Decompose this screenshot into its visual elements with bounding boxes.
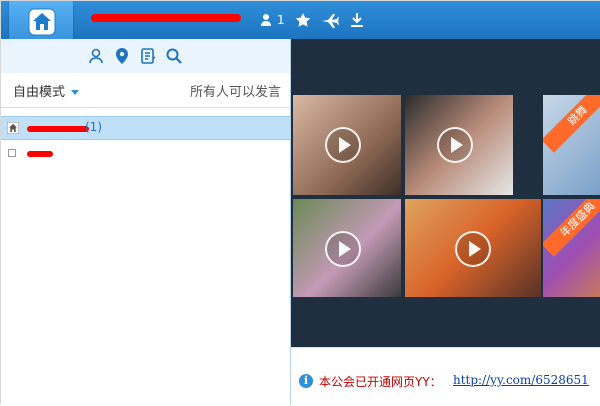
video-thumb[interactable] [293, 199, 401, 297]
channel-tree: (1) [1, 108, 291, 404]
tree-item-main-channel[interactable]: (1) [1, 116, 291, 140]
redacted-channel-name [27, 126, 89, 132]
ribbon-label: 跳舞 [543, 95, 600, 153]
favorite-button[interactable] [295, 12, 311, 28]
app-window: 1 👍 [0, 0, 600, 406]
ribbon-label: 年度盛典 [543, 199, 600, 257]
tree-node-icon [8, 149, 16, 157]
header-icons: 1 [259, 9, 365, 31]
flight-button[interactable] [321, 12, 339, 28]
notes-icon [141, 48, 156, 64]
chevron-down-icon [71, 90, 80, 95]
house-icon [28, 8, 56, 36]
users-icon [89, 48, 103, 64]
notice-text: 本公会已开通网页YY： [319, 375, 442, 389]
location-icon [116, 48, 128, 64]
left-toolbar [1, 39, 291, 73]
play-icon [437, 127, 473, 163]
video-thumb[interactable]: 跳舞 [543, 95, 600, 195]
notice-link[interactable]: http://yy.com/6528651 [453, 373, 589, 387]
play-icon [455, 231, 491, 267]
tree-item-sub[interactable] [1, 142, 291, 164]
download-icon [350, 13, 363, 27]
star-icon [295, 13, 310, 27]
play-icon [325, 127, 361, 163]
video-thumb[interactable] [405, 199, 541, 297]
airplane-icon [321, 14, 339, 28]
mode-row: 自由模式 所有人可以发言 [1, 73, 291, 108]
video-thumb[interactable] [405, 95, 513, 195]
person-icon [261, 14, 271, 26]
speak-status: 所有人可以发言 [189, 85, 281, 100]
info-icon: i [299, 374, 313, 388]
users-tool[interactable] [85, 45, 107, 67]
video-thumb[interactable] [293, 95, 401, 195]
download-button[interactable] [349, 12, 365, 28]
mode-label: 自由模式 [13, 85, 66, 100]
notes-tool[interactable] [137, 45, 159, 67]
search-icon [166, 48, 182, 64]
channel-count: (1) [85, 120, 102, 134]
title-bar: 1 [1, 1, 600, 39]
notice-bar: i 本公会已开通网页YY： http://yy.com/6528651 [291, 347, 600, 406]
user-count[interactable]: 1 [259, 13, 285, 27]
video-thumb[interactable]: 年度盛典 [543, 199, 600, 297]
home-icon [7, 122, 19, 134]
mode-selector[interactable]: 自由模式 [13, 81, 80, 100]
video-stage: 跳舞 年度盛典 [291, 39, 600, 347]
play-icon [325, 231, 361, 267]
user-count-value: 1 [277, 13, 285, 27]
redacted-user-name [27, 151, 53, 157]
channel-title [91, 7, 251, 29]
search-tool[interactable] [163, 45, 185, 67]
redacted-channel-name [91, 14, 241, 22]
location-tool[interactable] [111, 45, 133, 67]
